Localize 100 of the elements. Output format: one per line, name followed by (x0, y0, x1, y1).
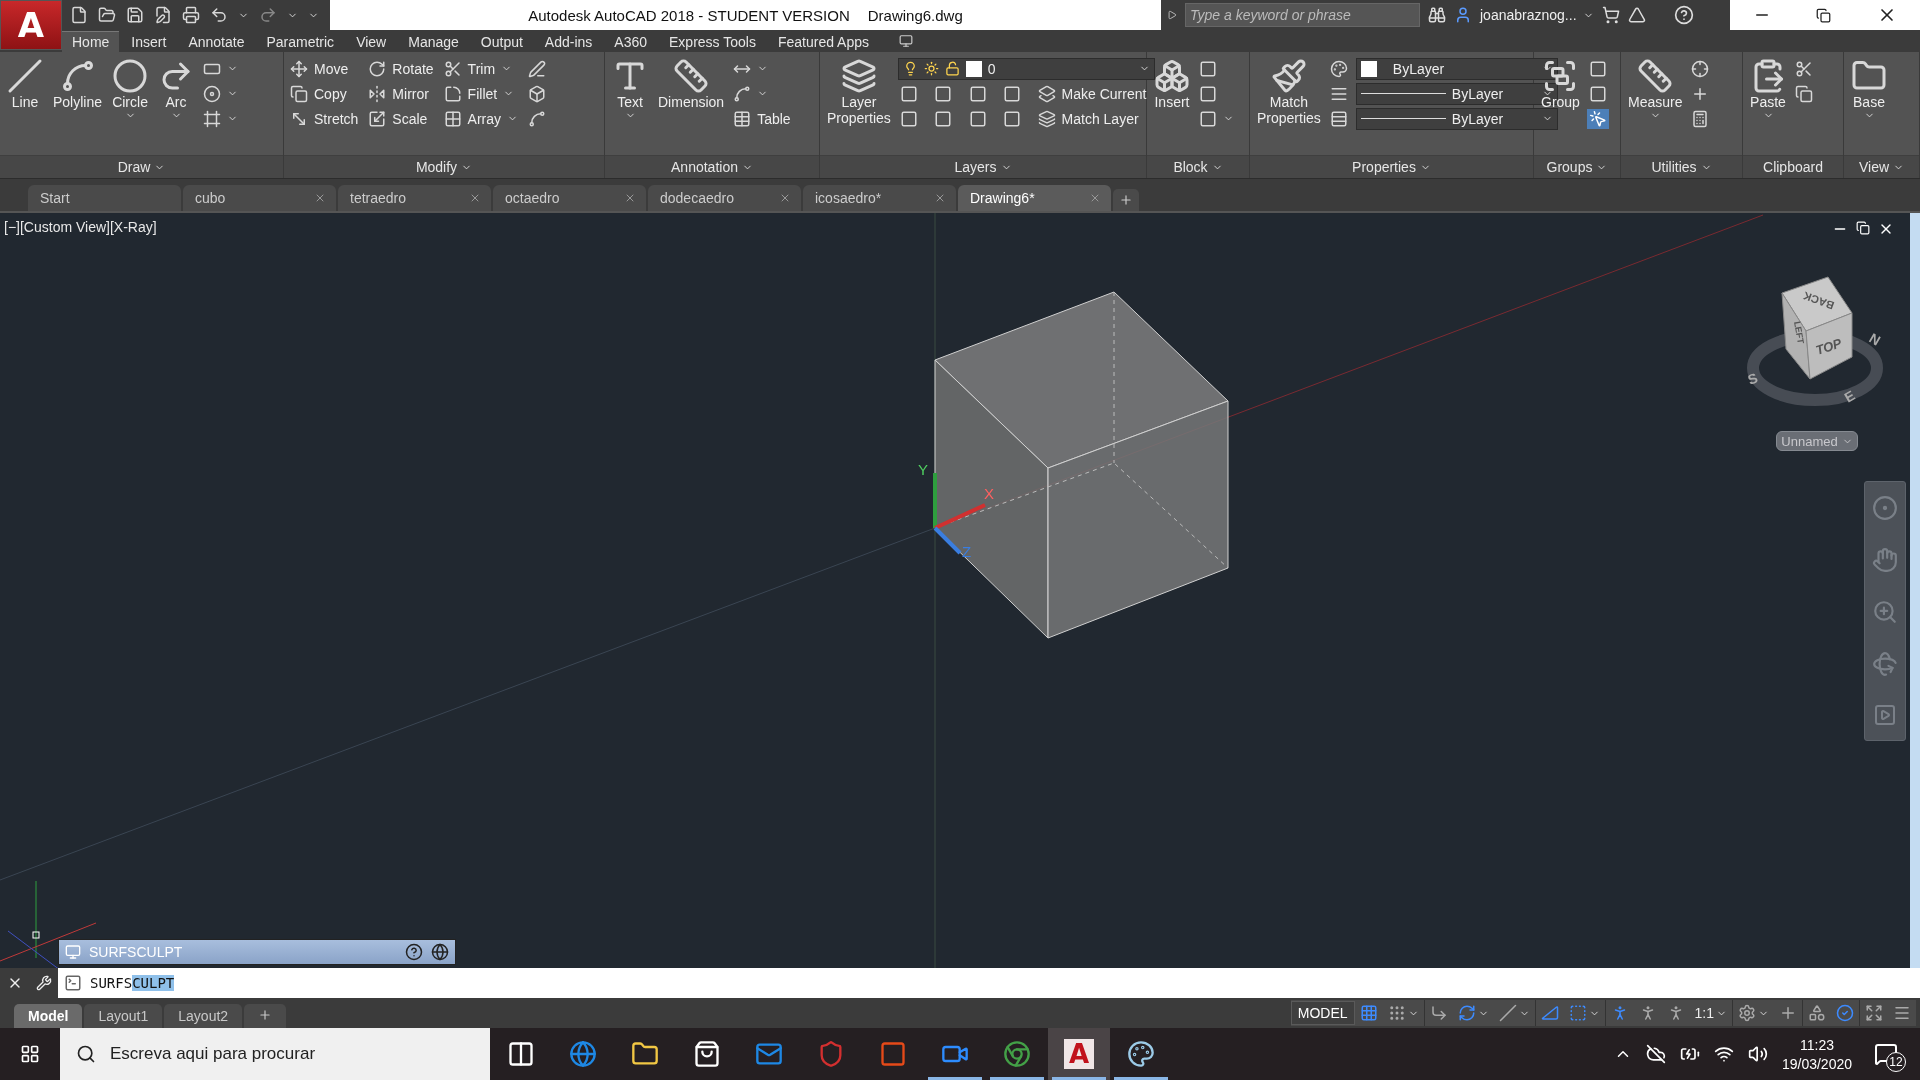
binoculars-icon[interactable] (1428, 6, 1446, 24)
notification-count: 12 (1886, 1052, 1906, 1072)
user-menu[interactable]: joanabraznog... (1480, 7, 1594, 23)
file-tab[interactable]: octaedro (493, 185, 646, 211)
tool-button[interactable]: Paste (1747, 56, 1789, 123)
tool-button[interactable]: Line (4, 56, 46, 112)
file-tab[interactable]: Drawing6* (958, 185, 1111, 211)
viewport-label[interactable]: [−][Custom View][X-Ray] (4, 219, 157, 235)
panel-title[interactable]: Annotation (605, 155, 819, 178)
tool-icon (899, 84, 918, 103)
view-cube[interactable] (1781, 276, 1853, 380)
panel-title[interactable]: View (1844, 155, 1919, 178)
restore-icon[interactable] (1816, 7, 1832, 23)
tool-button[interactable]: Array (441, 108, 521, 129)
ribbon-tab[interactable]: Annotate (178, 31, 255, 52)
tool-button[interactable]: Scale (366, 108, 436, 129)
file-tab[interactable]: icosaedro* (803, 185, 956, 211)
tool-button[interactable]: Dimension (655, 56, 728, 112)
ribbon-tab[interactable]: Manage (398, 31, 469, 52)
tool-button[interactable] (1793, 83, 1815, 104)
axis-label: Z (962, 543, 972, 560)
search-field[interactable]: Type a keyword or phrase (1185, 3, 1420, 27)
tool-button[interactable]: Rotate (366, 58, 436, 79)
calculator-icon (1691, 109, 1710, 128)
tool-button[interactable]: Text (609, 56, 651, 123)
command-input[interactable]: SURFSCULPT (58, 968, 1920, 998)
user-icon (1454, 6, 1472, 24)
app-logo-button[interactable]: A (0, 0, 62, 50)
panel-title[interactable]: Modify (284, 155, 604, 178)
layout-tab[interactable]: Layout2 (164, 1004, 243, 1028)
new-tab-button[interactable] (1113, 189, 1139, 211)
document-name: Drawing6.dwg (867, 6, 963, 24)
layout-tab[interactable]: Model (14, 1004, 83, 1028)
file-tab[interactable]: Start (28, 185, 181, 211)
panel-title[interactable]: Utilities (1621, 155, 1742, 178)
taskbar-search-field[interactable]: Escreva aqui para procurar (60, 1028, 490, 1080)
file-tab[interactable]: cubo (183, 185, 336, 211)
tool-button[interactable]: Circle (109, 56, 152, 123)
browser-icon (569, 1040, 597, 1068)
model-space-button[interactable]: MODEL (1290, 1001, 1355, 1025)
tool-button[interactable]: Move (288, 58, 361, 79)
tool-button[interactable] (1586, 108, 1609, 129)
tool-button[interactable]: Arc (155, 56, 198, 123)
tool-button[interactable]: Base (1848, 56, 1890, 123)
tool-button[interactable]: Layer Properties (824, 56, 894, 128)
ribbon-tab[interactable]: Insert (121, 31, 177, 52)
cube-drawing[interactable] (934, 291, 1229, 639)
line-dropdown[interactable]: ByLayer (1355, 107, 1558, 130)
tool-button[interactable]: Polyline (50, 56, 106, 112)
color-dropdown[interactable]: ByLayer (1355, 57, 1558, 80)
drawing-viewport[interactable]: X Y Z [−][Custom View][X-Ray] BACK TOP LEFT N S E Unnamed SURFSCULPT (0, 213, 1910, 968)
cube-face-label: LEFT (1792, 320, 1806, 345)
ribbon-tab[interactable]: Home (62, 31, 120, 52)
restore-icon[interactable] (1856, 221, 1870, 235)
wrench-icon[interactable] (35, 975, 52, 991)
file-tab[interactable]: dodecaedro (648, 185, 801, 211)
notification-button[interactable]: 12 (1866, 1034, 1906, 1074)
speaker-icon[interactable] (1747, 1044, 1768, 1064)
tool-button[interactable]: Table (731, 108, 793, 129)
new-layout-button[interactable] (244, 1004, 287, 1028)
expand-icon[interactable] (1167, 10, 1177, 20)
tool-button[interactable]: Fillet (441, 83, 521, 104)
panel-title[interactable]: Layers (820, 155, 1146, 178)
wifi-icon[interactable] (1713, 1044, 1734, 1064)
help-icon[interactable] (405, 943, 423, 961)
tool-button[interactable]: Copy (288, 83, 361, 104)
ribbon-tab[interactable]: Output (470, 31, 533, 52)
cloud-icon[interactable] (1645, 1044, 1666, 1064)
file-tab[interactable]: tetraedro (338, 185, 491, 211)
clock[interactable]: 11:23 19/03/2020 (1781, 1036, 1852, 1072)
ribbon-tab[interactable]: Featured Apps (767, 31, 879, 52)
layout-tab[interactable]: Layout1 (84, 1004, 163, 1028)
tool-button[interactable]: Mirror (366, 83, 436, 104)
tool-button[interactable]: Stretch (288, 108, 361, 129)
tool-icon (1003, 84, 1022, 103)
tool-button[interactable]: Match Properties (1254, 56, 1324, 128)
ribbon-tab[interactable]: Add-ins (534, 31, 603, 52)
tool-icon (899, 109, 918, 128)
ribbon-tab[interactable]: View (346, 31, 397, 52)
panel-title[interactable]: Groups (1534, 155, 1620, 178)
ribbon-tab[interactable]: Parametric (256, 31, 345, 52)
panel-toggle-icon[interactable] (899, 34, 913, 48)
taskbar-app[interactable]: A (1048, 1028, 1110, 1080)
tool-button[interactable]: Trim (441, 58, 521, 79)
annotation-scale-button[interactable]: 1:1 (1689, 1000, 1732, 1026)
plus-icon (1119, 193, 1133, 207)
panel-title[interactable]: Clipboard (1743, 155, 1843, 178)
globe-icon[interactable] (431, 943, 449, 961)
layer-dropdown[interactable]: 0 (897, 57, 1155, 80)
panel-title[interactable]: Properties (1250, 155, 1533, 178)
tool-button[interactable]: Measure (1625, 56, 1686, 123)
panel-title[interactable]: Block (1147, 155, 1249, 178)
ribbon-tab[interactable]: A360 (604, 31, 657, 52)
ribbon-tab[interactable]: Express Tools (659, 31, 766, 52)
cart-icon[interactable] (1601, 6, 1620, 24)
panel-title[interactable]: Draw (0, 155, 283, 178)
prompt-icon (64, 974, 82, 992)
triangle-icon[interactable] (1627, 6, 1646, 24)
tool-icon (1199, 84, 1217, 103)
layers-icon (840, 58, 877, 94)
